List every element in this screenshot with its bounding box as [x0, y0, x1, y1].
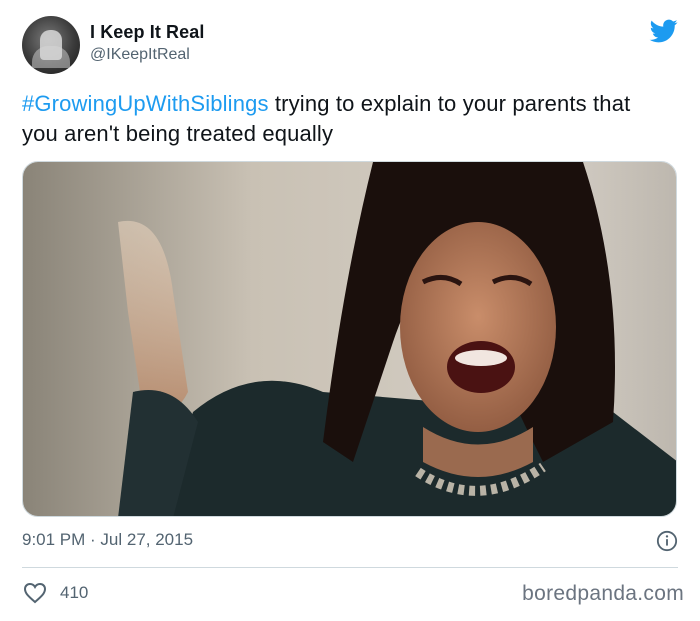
tweet-text: #GrowingUpWithSiblings trying to explain…: [22, 89, 672, 149]
user-handle[interactable]: @IKeepItReal: [90, 46, 190, 64]
twitter-bird-icon[interactable]: [648, 17, 680, 45]
like-count[interactable]: 410: [60, 583, 88, 603]
avatar-head: [40, 30, 62, 60]
media-photo: [23, 162, 676, 516]
avatar[interactable]: [22, 16, 80, 74]
tweet-timestamp[interactable]: 9:01 PM · Jul 27, 2015: [22, 530, 193, 550]
hashtag-link[interactable]: #GrowingUpWithSiblings: [22, 91, 269, 116]
divider: [22, 567, 678, 568]
info-icon[interactable]: [656, 530, 678, 552]
watermark: boredpanda.com: [522, 582, 684, 605]
heart-icon[interactable]: [23, 582, 47, 604]
tweet-media[interactable]: [22, 161, 677, 517]
display-name[interactable]: I Keep It Real: [90, 22, 204, 43]
